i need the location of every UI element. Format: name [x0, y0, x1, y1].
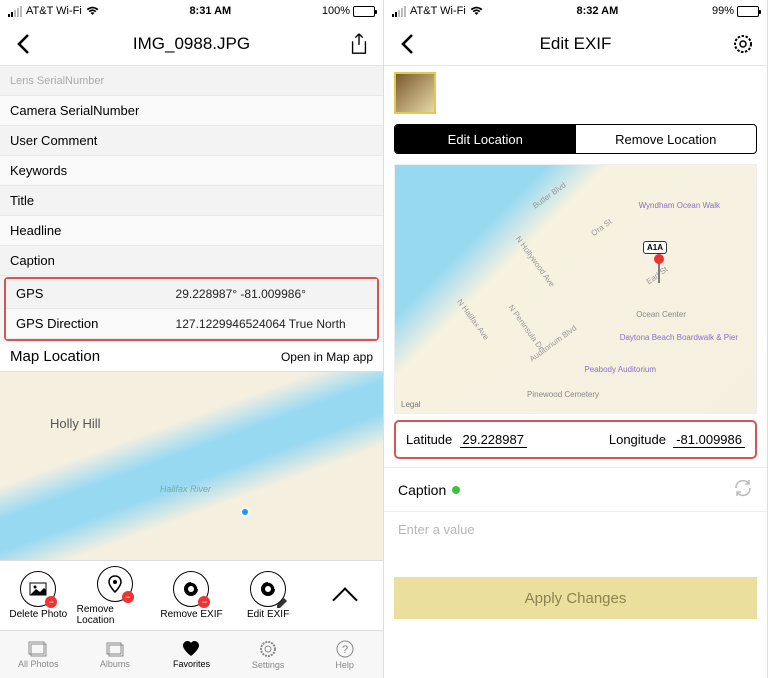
- tab-settings[interactable]: Settings: [230, 631, 307, 678]
- action-toolbar: − Delete Photo − Remove Location − Remov…: [0, 560, 383, 630]
- status-bar: AT&T Wi-Fi 8:32 AM 99%: [384, 0, 767, 22]
- row-caption: Caption: [0, 246, 383, 276]
- edit-exif-button[interactable]: Edit EXIF: [230, 561, 307, 630]
- poi-peabody: Peabody Auditorium: [584, 365, 656, 374]
- wifi-icon: [470, 6, 483, 16]
- row-keywords: Keywords: [0, 156, 383, 186]
- tab-bar: All Photos Albums Favorites Settings ?He…: [0, 630, 383, 678]
- row-gps: GPS 29.228987° -81.009986°: [6, 279, 377, 309]
- street-ora: Ora St: [590, 217, 614, 238]
- photos-icon: [28, 641, 48, 657]
- map-pin-icon[interactable]: [649, 253, 669, 290]
- gps-highlight: GPS 29.228987° -81.009986° GPS Direction…: [4, 277, 379, 341]
- battery-icon: [737, 6, 759, 17]
- latitude-field[interactable]: 29.228987: [460, 432, 527, 448]
- albums-icon: [105, 641, 125, 657]
- seg-remove-location[interactable]: Remove Location: [576, 125, 757, 153]
- tab-favorites[interactable]: Favorites: [153, 631, 230, 678]
- map-editor[interactable]: Wyndham Ocean Walk Ocean Center Daytona …: [394, 164, 757, 414]
- signal-icon: [392, 6, 406, 17]
- signal-icon: [8, 6, 22, 17]
- location-dot-icon: [240, 507, 250, 517]
- exif-list: Lens SerialNumber Camera SerialNumber Us…: [0, 66, 383, 342]
- row-user-comment: User Comment: [0, 126, 383, 156]
- settings-button[interactable]: [729, 30, 757, 58]
- caption-input[interactable]: Enter a value: [384, 512, 767, 547]
- status-bar: AT&T Wi-Fi 8:31 AM 100%: [0, 0, 383, 22]
- map-section-header: Map Location Open in Map app: [0, 342, 383, 372]
- longitude-label: Longitude: [609, 432, 666, 447]
- seg-edit-location[interactable]: Edit Location: [395, 125, 576, 153]
- apply-changes-button[interactable]: Apply Changes: [394, 577, 757, 619]
- screen-edit-exif: AT&T Wi-Fi 8:32 AM 99% Edit EXIF Edit Lo…: [384, 0, 768, 678]
- caption-label: Caption: [398, 482, 446, 498]
- open-in-map-link[interactable]: Open in Map app: [281, 350, 373, 364]
- street-butler: Butler Blvd: [531, 180, 568, 210]
- coords-highlight: Latitude 29.228987 Longitude -81.009986: [394, 420, 757, 459]
- battery-pct: 99%: [712, 5, 734, 17]
- row-camera-serial: Camera SerialNumber: [0, 96, 383, 126]
- map-place-holly-hill: Holly Hill: [50, 416, 101, 431]
- battery-pct: 100%: [322, 5, 350, 17]
- carrier-label: AT&T Wi-Fi: [410, 5, 466, 17]
- row-gps-direction: GPS Direction 127.1229946524064 True Nor…: [6, 309, 377, 339]
- clock: 8:32 AM: [577, 5, 619, 17]
- nav-bar: Edit EXIF: [384, 22, 767, 66]
- row-headline: Headline: [0, 216, 383, 246]
- row-title: Title: [0, 186, 383, 216]
- sync-icon[interactable]: [733, 478, 753, 501]
- map-preview[interactable]: Holly Hill Halifax River: [0, 372, 383, 560]
- share-button[interactable]: [345, 30, 373, 58]
- map-place-halifax: Halifax River: [160, 484, 211, 494]
- street-halifax: N Halifax Ave: [455, 297, 490, 341]
- remove-exif-button[interactable]: − Remove EXIF: [153, 561, 230, 630]
- back-button[interactable]: [394, 30, 422, 58]
- wifi-icon: [86, 6, 99, 16]
- row-lens-serial: Lens SerialNumber: [0, 66, 383, 96]
- tab-all-photos[interactable]: All Photos: [0, 631, 77, 678]
- collapse-toolbar-button[interactable]: [306, 561, 383, 630]
- segmented-control: Edit Location Remove Location: [394, 124, 757, 154]
- remove-location-button[interactable]: − Remove Location: [77, 561, 154, 630]
- battery-icon: [353, 6, 375, 17]
- clock: 8:31 AM: [189, 5, 231, 17]
- screen-photo-detail: AT&T Wi-Fi 8:31 AM 100% IMG_0988.JPG Len…: [0, 0, 384, 678]
- poi-wyndham: Wyndham Ocean Walk: [639, 201, 720, 210]
- heart-icon: [182, 641, 200, 657]
- delete-photo-button[interactable]: − Delete Photo: [0, 561, 77, 630]
- status-dot-icon: [452, 486, 460, 494]
- carrier-label: AT&T Wi-Fi: [26, 5, 82, 17]
- gear-icon: [259, 640, 277, 658]
- poi-ocean-center: Ocean Center: [636, 310, 686, 319]
- longitude-field[interactable]: -81.009986: [673, 432, 745, 448]
- page-title: IMG_0988.JPG: [38, 34, 345, 54]
- map-legal-link[interactable]: Legal: [401, 400, 421, 409]
- poi-boardwalk: Daytona Beach Boardwalk & Pier: [620, 333, 738, 342]
- page-title: Edit EXIF: [422, 34, 729, 54]
- latitude-label: Latitude: [406, 432, 452, 447]
- caption-row: Caption: [384, 467, 767, 512]
- tab-albums[interactable]: Albums: [77, 631, 154, 678]
- nav-bar: IMG_0988.JPG: [0, 22, 383, 66]
- svg-text:?: ?: [342, 644, 348, 656]
- street-hollywood: N Hollywood Ave: [514, 234, 557, 288]
- tab-help[interactable]: ?Help: [306, 631, 383, 678]
- map-section-title: Map Location: [10, 348, 100, 365]
- street-peninsula: N Peninsula Dr: [506, 303, 545, 352]
- chevron-up-icon: [332, 587, 357, 612]
- back-button[interactable]: [10, 30, 38, 58]
- photo-thumbnail[interactable]: [394, 72, 436, 114]
- help-icon: ?: [336, 640, 354, 658]
- poi-pinewood: Pinewood Cemetery: [527, 390, 599, 399]
